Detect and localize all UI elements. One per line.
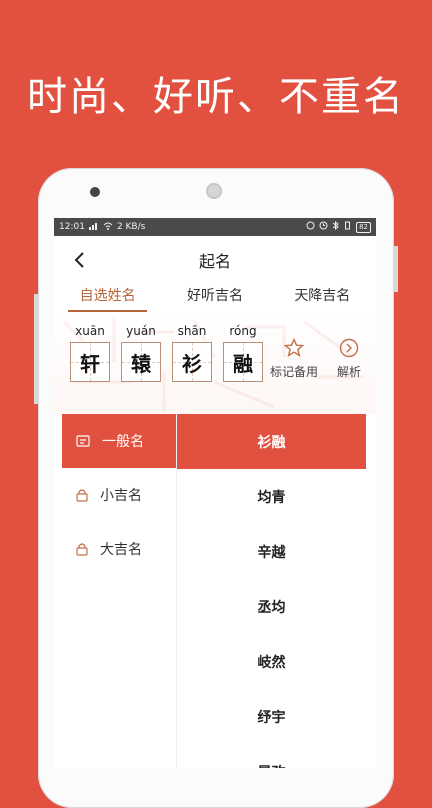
- note-icon: [76, 435, 90, 447]
- status-bar: 12:01 2 KB/s 82: [54, 218, 376, 236]
- signal-icon: [88, 222, 99, 233]
- category-label: 一般名: [102, 434, 144, 450]
- name-item[interactable]: 均青: [177, 469, 366, 524]
- char-box: 轩: [70, 342, 110, 382]
- tab-nice-name[interactable]: 好听吉名: [161, 284, 268, 312]
- phone-side-button: [34, 294, 38, 404]
- chevron-left-icon: [74, 252, 84, 268]
- back-button[interactable]: [68, 248, 90, 272]
- name-item[interactable]: 岐然: [177, 634, 366, 689]
- pinyin-label: shān: [177, 324, 207, 338]
- name-item[interactable]: 纾宇: [177, 689, 366, 744]
- status-sync-icon: [306, 221, 315, 233]
- name-char-3: shān 衫: [172, 324, 212, 382]
- page-title: 起名: [198, 252, 231, 271]
- battery-level: 82: [356, 221, 371, 233]
- pinyin-label: róng: [229, 324, 257, 338]
- category-label: 大吉名: [100, 542, 142, 558]
- char-box: 辕: [121, 342, 161, 382]
- char-text: 轩: [80, 351, 100, 376]
- name-char-2: yuán 辕: [121, 324, 161, 382]
- pinyin-label: yuán: [126, 324, 156, 338]
- bookmark-button[interactable]: 标记备用: [270, 338, 318, 380]
- wifi-icon: [103, 222, 113, 233]
- category-list: 一般名 小吉名 大吉名: [54, 414, 177, 768]
- vibrate-icon: [343, 221, 352, 233]
- status-alarm-icon: [319, 221, 328, 233]
- name-item[interactable]: 丞均: [177, 579, 366, 634]
- tab-custom-name[interactable]: 自选姓名: [54, 284, 161, 312]
- chevron-right-circle-icon: [339, 338, 359, 358]
- char-text: 融: [233, 351, 253, 376]
- lock-icon: [76, 543, 88, 556]
- name-item[interactable]: 衫融: [177, 414, 366, 469]
- char-box: 融: [223, 342, 263, 382]
- tab-bar: 自选姓名 好听吉名 天降吉名: [54, 284, 376, 312]
- phone-power-button: [394, 246, 398, 292]
- name-list: 衫融 均青 辛越 丞均 岐然 纾宇 昇孜: [177, 414, 376, 768]
- name-list-content: 一般名 小吉名 大吉名 衫融 均青 辛越 丞均 岐然 纾宇 昇孜: [54, 414, 376, 768]
- phone-sensor: [90, 187, 100, 197]
- lock-icon: [76, 489, 88, 502]
- status-time: 12:01: [59, 222, 85, 232]
- name-display-area: xuān 轩 yuán 辕 shān 衫 róng 融 标记备用 解析: [54, 312, 376, 414]
- category-label: 小吉名: [100, 488, 142, 504]
- name-item[interactable]: 昇孜: [177, 744, 366, 769]
- category-normal[interactable]: 一般名: [62, 414, 176, 468]
- phone-camera: [206, 183, 222, 199]
- category-small-lucky[interactable]: 小吉名: [54, 468, 176, 522]
- network-speed: 2 KB/s: [116, 222, 146, 232]
- headline: 时尚、好听、不重名: [27, 74, 405, 120]
- name-char-1: xuān 轩: [70, 324, 110, 382]
- star-icon: [284, 338, 304, 357]
- char-box: 衫: [172, 342, 212, 382]
- analyze-label: 解析: [337, 365, 362, 379]
- name-char-4: róng 融: [223, 324, 263, 382]
- pinyin-label: xuān: [75, 324, 105, 338]
- char-text: 衫: [182, 351, 202, 376]
- name-item[interactable]: 辛越: [177, 524, 366, 579]
- title-bar: 起名: [54, 236, 376, 284]
- bookmark-label: 标记备用: [270, 365, 319, 379]
- name-characters: xuān 轩 yuán 辕 shān 衫 róng 融: [70, 324, 263, 382]
- bluetooth-icon: [332, 220, 339, 233]
- analyze-button[interactable]: 解析: [337, 338, 361, 380]
- app-screen: 12:01 2 KB/s 82 起名 自选姓名 好听吉名 天降吉名 xuān 轩…: [54, 218, 376, 768]
- category-big-lucky[interactable]: 大吉名: [54, 522, 176, 576]
- char-text: 辕: [131, 351, 151, 376]
- tab-lucky-name[interactable]: 天降吉名: [269, 284, 376, 312]
